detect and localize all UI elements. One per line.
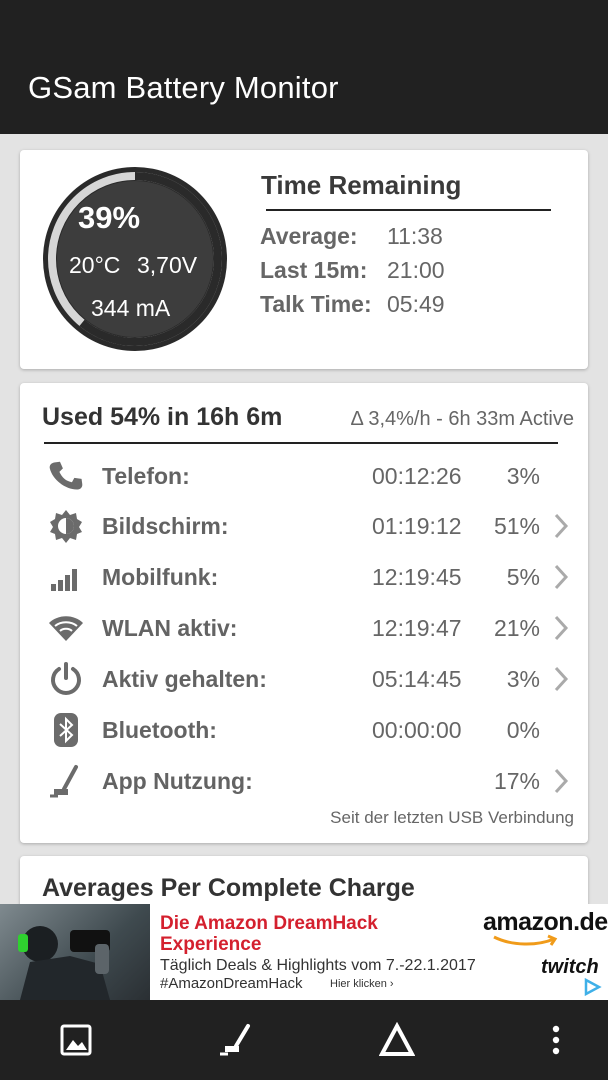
adchoices-icon[interactable]	[582, 978, 602, 996]
gamer-photo-icon	[18, 926, 110, 1000]
usage-row-time: 00:12:26	[372, 463, 462, 489]
usage-row-percent: 3%	[506, 463, 540, 489]
power-icon	[51, 662, 81, 695]
divider	[44, 442, 558, 444]
signal-bars-icon	[51, 569, 77, 591]
ad-headline: Die Amazon DreamHack	[160, 913, 378, 934]
usage-row-aktiv-gehalten[interactable]: Aktiv gehalten: 05:14:45 3%	[20, 657, 588, 701]
time-remaining-value: 21:00	[387, 257, 445, 283]
wifi-icon	[49, 616, 83, 641]
amazon-smile-icon	[493, 934, 558, 946]
chevron-right-icon[interactable]	[552, 512, 570, 540]
usage-row-label: Mobilfunk:	[102, 564, 219, 590]
phone-icon	[49, 461, 83, 490]
more-vert-icon[interactable]	[538, 1022, 574, 1058]
usage-row-time: 01:19:12	[372, 513, 462, 539]
usage-row-label: Aktiv gehalten:	[102, 666, 267, 692]
delta-icon[interactable]	[379, 1022, 415, 1058]
ad-cta-link[interactable]: Hier klicken ›	[330, 978, 394, 990]
battery-current: 344 mA	[91, 295, 171, 321]
usage-row-wlan[interactable]: WLAN aktiv: 12:19:47 21%	[20, 606, 588, 650]
time-remaining-label: Last 15m:	[260, 257, 368, 283]
app-usage-icon	[50, 765, 78, 798]
chevron-right-icon[interactable]	[552, 665, 570, 693]
battery-percent: 39%	[78, 200, 141, 235]
usage-row-bildschirm[interactable]: Bildschirm: 01:19:12 51%	[20, 504, 588, 548]
app-usage-icon[interactable]	[218, 1022, 254, 1058]
usage-row-percent: 0%	[506, 717, 540, 743]
usage-card: Used 54% in 16h 6m Δ 3,4%/h - 6h 33m Act…	[20, 383, 588, 843]
usage-row-telefon[interactable]: Telefon: 00:12:26 3%	[20, 454, 588, 498]
usage-row-percent: 5%	[506, 564, 540, 590]
usage-title: Used 54% in 16h 6m	[42, 403, 283, 431]
usage-row-percent: 17%	[493, 768, 540, 794]
status-bar	[0, 0, 608, 48]
ad-text: Täglich Deals & Highlights vom 7.-22.1.2…	[160, 957, 476, 974]
usage-row-mobilfunk[interactable]: Mobilfunk: 12:19:45 5%	[20, 555, 588, 599]
amazon-logo: amazon.de	[483, 908, 608, 936]
battery-temperature: 20°C	[69, 252, 121, 278]
chevron-right-icon[interactable]	[552, 767, 570, 795]
usage-row-label: Bluetooth:	[102, 717, 217, 743]
usage-row-percent: 3%	[506, 666, 540, 692]
chevron-right-icon[interactable]	[552, 563, 570, 591]
usage-row-time: 12:19:47	[372, 615, 462, 641]
usage-row-label: App Nutzung:	[102, 768, 253, 794]
usage-row-percent: 51%	[493, 513, 540, 539]
time-remaining-title: Time Remaining	[261, 170, 462, 200]
usage-row-label: Bildschirm:	[102, 513, 229, 539]
brightness-icon	[50, 510, 82, 543]
usage-row-percent: 21%	[493, 615, 540, 641]
bottom-nav	[0, 1000, 608, 1080]
battery-summary-card[interactable]: 39% 20°C 3,70V 344 mA Time Remaining Ave…	[20, 150, 588, 369]
ad-headline-2: Experience	[160, 934, 262, 955]
battery-icon	[42, 167, 75, 187]
usage-row-app-nutzung[interactable]: App Nutzung: 17%	[20, 759, 588, 803]
battery-voltage: 3,70V	[137, 252, 198, 278]
twitch-logo: twitch	[541, 956, 599, 978]
usage-row-time: 05:14:45	[372, 666, 462, 692]
bluetooth-icon	[54, 713, 78, 747]
time-remaining-label: Average:	[260, 223, 358, 249]
usage-row-label: Telefon:	[102, 463, 190, 489]
time-remaining-value: 05:49	[387, 291, 445, 317]
divider	[266, 209, 551, 211]
time-remaining-value: 11:38	[387, 223, 443, 249]
battery-gauge: 39% 20°C 3,70V 344 mA	[42, 166, 228, 352]
usage-row-time: 00:00:00	[372, 717, 462, 743]
usage-rate: Δ 3,4%/h - 6h 33m Active	[350, 408, 574, 430]
ad-image	[0, 904, 150, 1000]
app-title: GSam Battery Monitor	[28, 70, 339, 105]
ad-hashtag: #AmazonDreamHack	[160, 975, 303, 992]
app-bar: GSam Battery Monitor	[0, 48, 608, 134]
usage-row-label: WLAN aktiv:	[102, 615, 238, 641]
averages-title: Averages Per Complete Charge	[42, 874, 415, 902]
image-icon[interactable]	[58, 1022, 94, 1058]
time-remaining-label: Talk Time:	[260, 291, 372, 317]
usage-row-time: 12:19:45	[372, 564, 462, 590]
chevron-right-icon[interactable]	[552, 614, 570, 642]
usage-footnote: Seit der letzten USB Verbindung	[330, 808, 574, 827]
usage-row-bluetooth[interactable]: Bluetooth: 00:00:00 0%	[20, 708, 588, 752]
ad-banner[interactable]: Die Amazon DreamHack Experience Täglich …	[0, 904, 608, 1000]
